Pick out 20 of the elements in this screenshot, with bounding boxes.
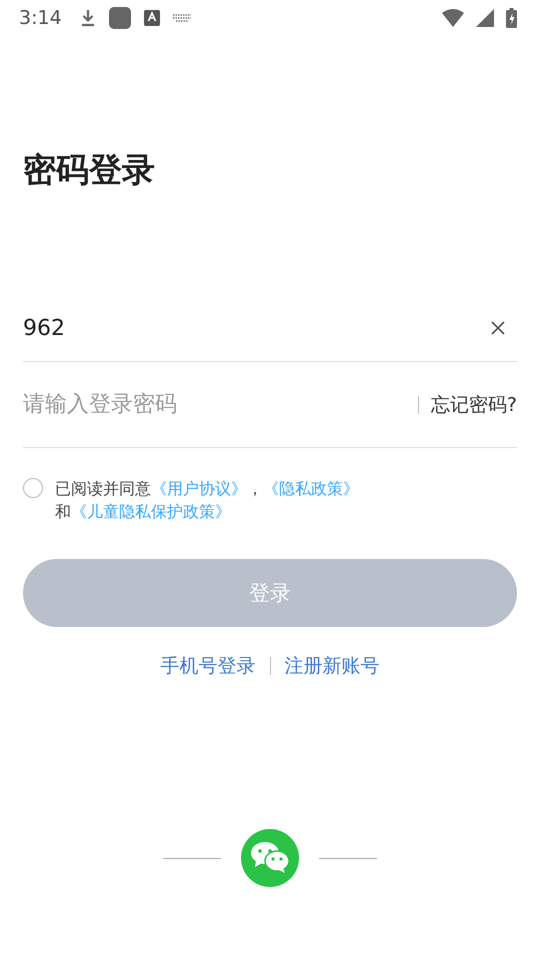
wifi-icon — [442, 9, 464, 27]
app-square-icon — [108, 6, 132, 30]
policy-link[interactable]: 《隐私政策》 — [263, 479, 359, 498]
download-icon — [80, 8, 96, 28]
policy-link[interactable]: 《儿童隐私保护政策》 — [71, 502, 231, 521]
battery-icon — [506, 8, 517, 28]
text-input-icon — [144, 10, 160, 26]
alt-login-link[interactable]: 注册新账号 — [284, 653, 380, 679]
alt-login-link[interactable]: 手机号登录 — [160, 653, 256, 679]
agreement-text: 已阅读并同意《用户协议》，《隐私政策》 和《儿童隐私保护政策》 — [55, 478, 359, 523]
status-time: 3:14 — [19, 7, 62, 29]
agree-checkbox[interactable] — [23, 478, 43, 498]
chat-bubbles-icon — [250, 841, 290, 875]
phone-field[interactable]: 962 — [23, 308, 487, 348]
forgot-password-link[interactable]: 忘记密码? — [430, 392, 517, 418]
keyboard-icon — [172, 12, 192, 24]
policy-link[interactable]: 《用户协议》 — [151, 479, 247, 498]
signal-icon — [476, 9, 494, 27]
password-field[interactable]: 请输入登录密码 — [23, 384, 418, 424]
page-title: 密码登录 — [23, 149, 156, 191]
